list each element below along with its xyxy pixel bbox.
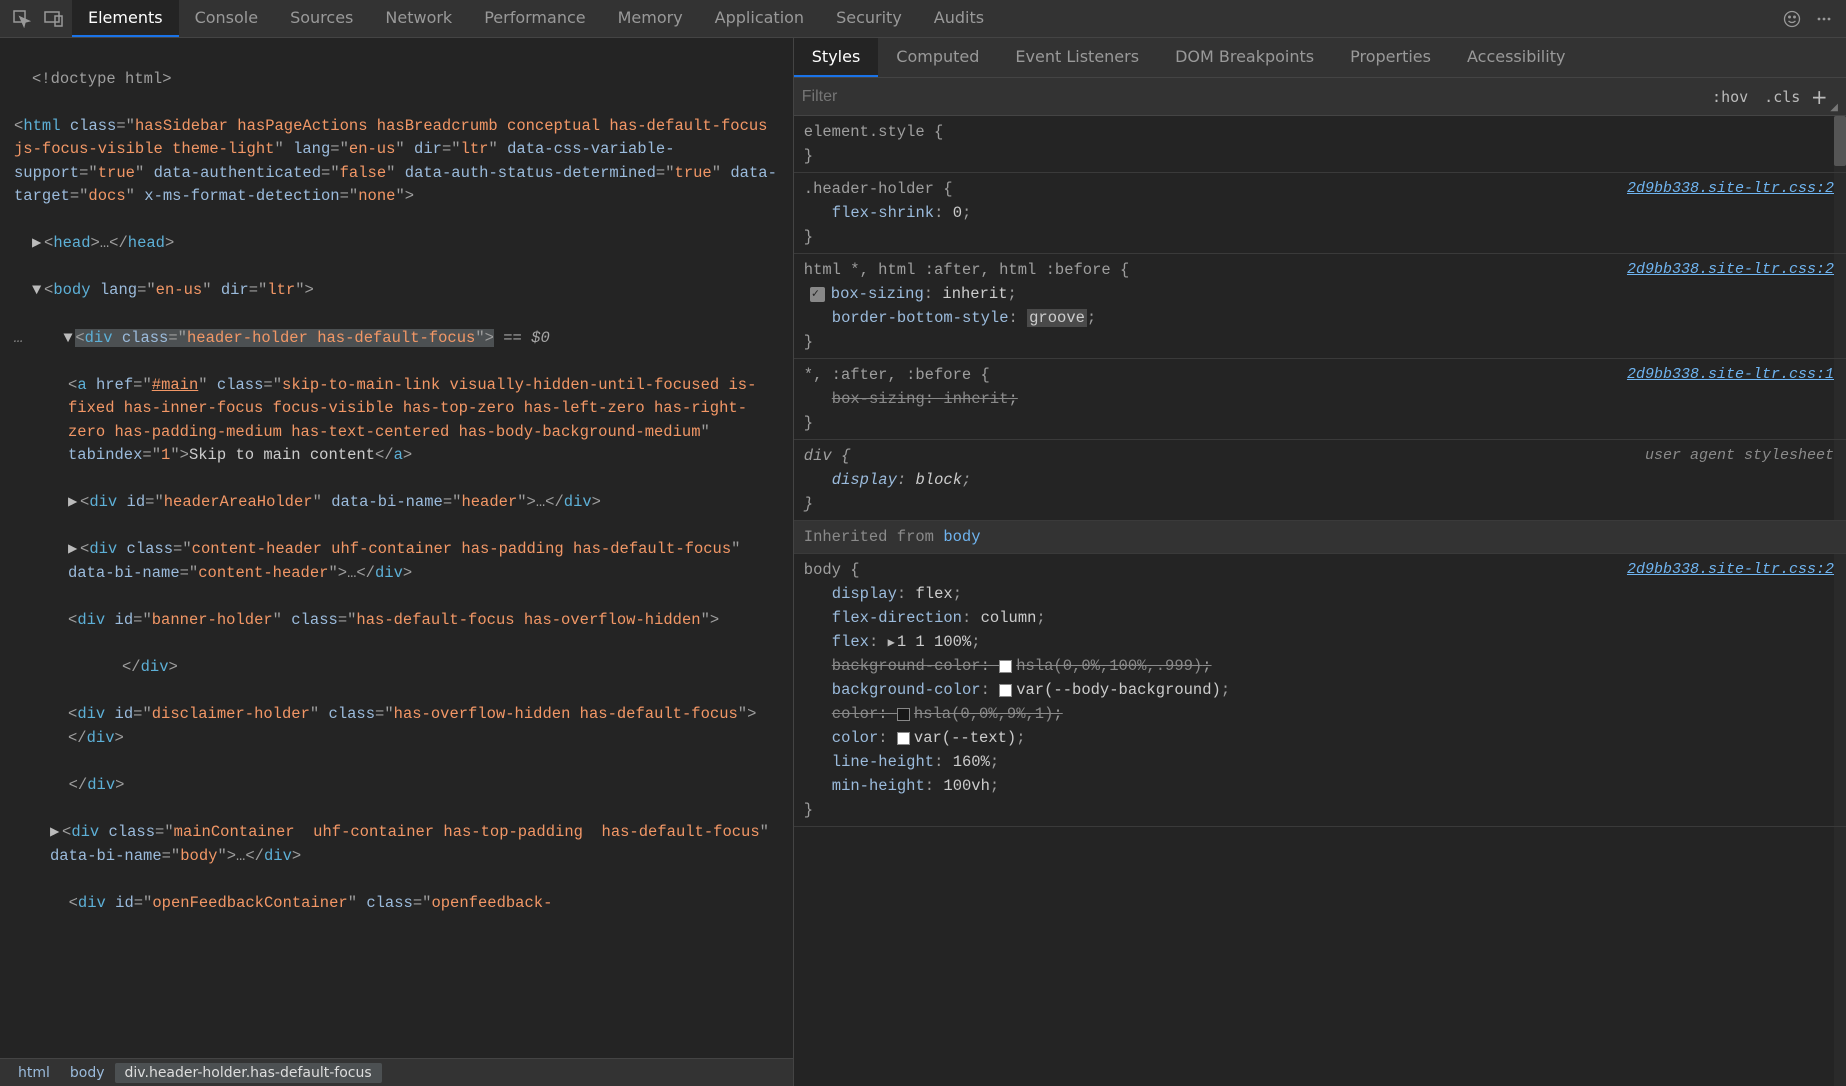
tab-network[interactable]: Network [369, 0, 468, 37]
rule-source-ua: user agent stylesheet [1645, 444, 1834, 467]
dom-contentheader[interactable]: ▶<div class="content-header uhf-containe… [14, 538, 783, 585]
main-toolbar: Elements Console Sources Network Perform… [0, 0, 1846, 38]
tab-application[interactable]: Application [699, 0, 820, 37]
dom-bannerholder-close[interactable]: </div> [14, 656, 783, 680]
checkbox-icon[interactable] [810, 287, 825, 302]
hov-toggle[interactable]: :hov [1704, 84, 1756, 110]
dom-div-close[interactable]: </div> [14, 774, 783, 798]
dom-body-open[interactable]: ▼<body lang="en-us" dir="ltr"> [14, 279, 783, 303]
tab-memory[interactable]: Memory [602, 0, 699, 37]
breadcrumbs: html body div.header-holder.has-default-… [0, 1058, 793, 1086]
feedback-smiley-icon[interactable] [1778, 5, 1806, 33]
dom-anchor[interactable]: <a href="#main" class="skip-to-main-link… [14, 374, 783, 468]
stab-dombp[interactable]: DOM Breakpoints [1157, 38, 1332, 77]
rule-source-link[interactable]: 2d9bb338.site-ltr.css:2 [1627, 177, 1834, 200]
rule-html-star[interactable]: 2d9bb338.site-ltr.css:2 html *, html :af… [794, 254, 1846, 359]
dom-maincontainer[interactable]: ▶<div class="mainContainer uhf-container… [14, 821, 783, 868]
tab-security[interactable]: Security [820, 0, 918, 37]
dom-headerarea[interactable]: ▶<div id="headerAreaHolder" data-bi-name… [14, 491, 783, 515]
stab-styles[interactable]: Styles [794, 38, 879, 77]
dom-tree[interactable]: <!doctype html> <html class="hasSidebar … [0, 38, 793, 1058]
crumb-body[interactable]: body [60, 1063, 115, 1083]
tab-performance[interactable]: Performance [468, 0, 601, 37]
rules-list[interactable]: element.style { } 2d9bb338.site-ltr.css:… [794, 116, 1846, 1086]
color-swatch-icon[interactable] [897, 732, 910, 745]
stab-props[interactable]: Properties [1332, 38, 1449, 77]
tab-sources[interactable]: Sources [274, 0, 369, 37]
ellipsis-icon: … [14, 327, 25, 351]
inherited-from-link[interactable]: body [943, 528, 980, 546]
dom-html-open[interactable]: <html class="hasSidebar hasPageActions h… [14, 115, 783, 209]
dom-bannerholder[interactable]: <div id="banner-holder" class="has-defau… [14, 609, 783, 633]
rule-source-link[interactable]: 2d9bb338.site-ltr.css:1 [1627, 363, 1834, 386]
stab-events[interactable]: Event Listeners [997, 38, 1157, 77]
dom-feedback[interactable]: <div id="openFeedbackContainer" class="o… [14, 892, 783, 916]
dom-head[interactable]: ▶<head>…</head> [14, 232, 783, 256]
tab-elements[interactable]: Elements [72, 0, 179, 37]
elements-panel: <!doctype html> <html class="hasSidebar … [0, 38, 794, 1086]
styles-panel: Styles Computed Event Listeners DOM Brea… [794, 38, 1846, 1086]
styles-filterbar: :hov .cls + ◢ [794, 78, 1846, 116]
color-swatch-icon[interactable] [999, 684, 1012, 697]
new-rule-icon[interactable]: + [1808, 86, 1830, 108]
stab-a11y[interactable]: Accessibility [1449, 38, 1583, 77]
tab-audits[interactable]: Audits [918, 0, 1000, 37]
crumb-html[interactable]: html [8, 1063, 60, 1083]
main-tabstrip: Elements Console Sources Network Perform… [72, 0, 1000, 37]
color-swatch-icon[interactable] [897, 708, 910, 721]
rule-element-style[interactable]: element.style { } [794, 116, 1846, 173]
resize-corner-icon[interactable]: ◢ [1830, 102, 1838, 113]
rule-source-link[interactable]: 2d9bb338.site-ltr.css:2 [1627, 558, 1834, 581]
dom-selected-node[interactable]: …▼<div class="header-holder has-default-… [14, 327, 783, 351]
crumb-div[interactable]: div.header-holder.has-default-focus [115, 1063, 382, 1083]
main-split: <!doctype html> <html class="hasSidebar … [0, 38, 1846, 1086]
color-swatch-icon[interactable] [999, 660, 1012, 673]
devtools-root: Elements Console Sources Network Perform… [0, 0, 1846, 1086]
more-icon[interactable] [1810, 5, 1838, 33]
cls-toggle[interactable]: .cls [1756, 84, 1808, 110]
dom-doctype[interactable]: <!doctype html> [14, 68, 783, 92]
tab-console[interactable]: Console [179, 0, 275, 37]
rule-body[interactable]: 2d9bb338.site-ltr.css:2 body { display: … [794, 554, 1846, 827]
rule-source-link[interactable]: 2d9bb338.site-ltr.css:2 [1627, 258, 1834, 281]
rule-div-ua[interactable]: user agent stylesheet div { display: blo… [794, 440, 1846, 521]
styles-tabstrip: Styles Computed Event Listeners DOM Brea… [794, 38, 1846, 78]
expand-shorthand-icon[interactable]: ▶ [888, 634, 895, 653]
stab-computed[interactable]: Computed [878, 38, 997, 77]
rule-star[interactable]: 2d9bb338.site-ltr.css:1 *, :after, :befo… [794, 359, 1846, 440]
device-toggle-icon[interactable] [40, 5, 68, 33]
dom-disclaimer[interactable]: <div id="disclaimer-holder" class="has-o… [14, 703, 783, 750]
inherited-from-header: Inherited from body [794, 521, 1846, 554]
rule-header-holder[interactable]: 2d9bb338.site-ltr.css:2 .header-holder {… [794, 173, 1846, 254]
filter-input[interactable] [802, 88, 1704, 106]
inspect-icon[interactable] [8, 5, 36, 33]
